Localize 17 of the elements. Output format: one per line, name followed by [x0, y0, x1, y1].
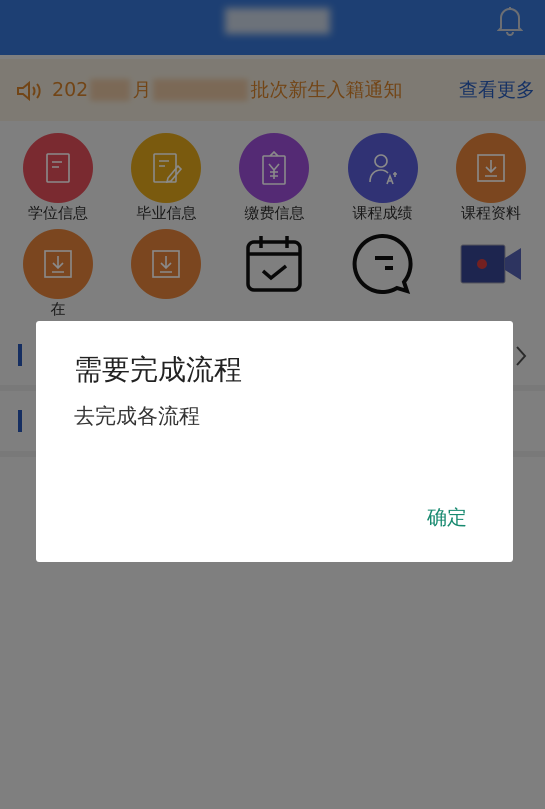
confirm-button[interactable]: 确定 — [417, 498, 477, 536]
blurred-block — [90, 79, 130, 101]
dialog-title: 需要完成流程 — [74, 352, 243, 388]
bell-icon[interactable] — [497, 4, 523, 36]
app-label[interactable]: 缴费信息 — [244, 205, 304, 221]
app-label[interactable]: 毕业信息 — [136, 205, 196, 221]
dialog-message: 去完成各流程 — [74, 403, 201, 430]
app-label[interactable]: 学位信息 — [28, 205, 88, 221]
notice-text: 月 — [132, 78, 152, 103]
accent-bar — [18, 344, 22, 366]
notice-text: 202 — [52, 78, 88, 103]
notice-text: 批次新生入籍通知 — [250, 78, 402, 103]
app-label[interactable]: 课程成绩 — [352, 205, 413, 221]
view-more-link[interactable]: 查看更多 — [459, 76, 535, 104]
app-label[interactable]: 在 — [50, 301, 66, 317]
app-label[interactable]: 课程资料 — [460, 205, 521, 221]
accent-bar — [18, 410, 22, 432]
